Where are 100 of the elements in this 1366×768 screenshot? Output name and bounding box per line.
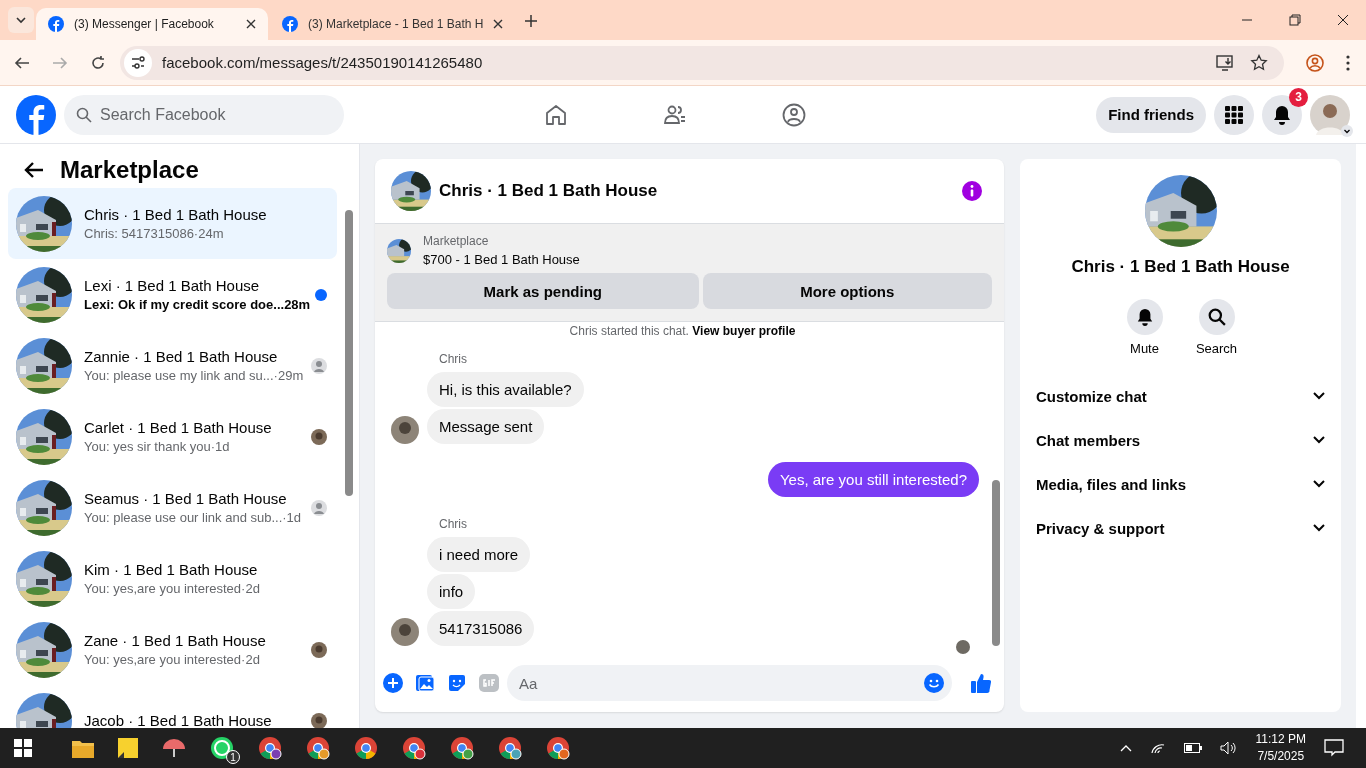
close-icon[interactable] bbox=[1337, 14, 1349, 26]
sender-avatar bbox=[391, 416, 419, 444]
listing-label: Marketplace bbox=[423, 234, 490, 248]
notifications-icon[interactable] bbox=[1324, 739, 1344, 757]
install-icon[interactable] bbox=[1216, 53, 1234, 72]
whatsapp-icon[interactable] bbox=[210, 736, 234, 760]
clock-time[interactable]: 11:12 PM bbox=[1255, 731, 1306, 748]
message-time: ·24m bbox=[193, 226, 224, 241]
emoji-icon[interactable] bbox=[924, 673, 944, 693]
listing-action-button[interactable]: More options bbox=[702, 273, 992, 309]
message-preview: Chris: 5417315086 bbox=[84, 226, 194, 241]
bookmark-star-icon[interactable] bbox=[1250, 53, 1268, 72]
profile-avatar[interactable] bbox=[1310, 94, 1350, 135]
start-icon[interactable] bbox=[14, 739, 32, 757]
section-row[interactable]: Chat members bbox=[1036, 418, 1325, 462]
message-time: ·2d bbox=[241, 581, 260, 596]
facebook-logo-icon[interactable] bbox=[16, 94, 56, 135]
chrome-icon[interactable] bbox=[402, 736, 426, 760]
section-row[interactable]: Customize chat bbox=[1036, 374, 1325, 418]
section-row[interactable]: Media, files and links bbox=[1036, 462, 1325, 506]
message-preview: You: please use our link and sub... bbox=[84, 510, 283, 525]
view-profile-link[interactable]: View buyer profile bbox=[692, 324, 796, 338]
conversation-item[interactable]: Zannie · 1 Bed 1 Bath House You: please use my link and su...·29m bbox=[8, 330, 337, 401]
clock-date[interactable]: 7/5/2025 bbox=[1257, 748, 1305, 765]
browser-tab[interactable]: (3) Messenger | Facebook bbox=[36, 8, 268, 40]
search-button[interactable] bbox=[1198, 299, 1235, 335]
conversation-name: Zane · 1 Bed 1 Bath House bbox=[84, 632, 267, 649]
message-bubble: Message sent bbox=[427, 409, 545, 444]
conversation-name: Seamus · 1 Bed 1 Bath House bbox=[84, 490, 288, 507]
conversation-item[interactable]: Carlet · 1 Bed 1 Bath House You: yes sir thank you·1d bbox=[8, 401, 337, 472]
message-time: ·2d bbox=[241, 652, 260, 667]
message-preview: You: yes,are you interested bbox=[84, 581, 242, 596]
battery-icon[interactable] bbox=[1183, 743, 1202, 753]
conversation-item[interactable]: Zane · 1 Bed 1 Bath House You: yes,are you interested·2d bbox=[8, 614, 337, 685]
new-tab-icon[interactable] bbox=[525, 15, 538, 27]
read-receipt-avatar bbox=[956, 640, 970, 654]
section-row[interactable]: Privacy & support bbox=[1036, 506, 1325, 550]
chrome-icon[interactable] bbox=[546, 736, 570, 760]
notification-badge: 3 bbox=[1289, 87, 1308, 107]
browser-tab[interactable]: (3) Marketplace - 1 Bed 1 Bath H bbox=[270, 8, 516, 40]
scrollbar-thumb[interactable] bbox=[992, 480, 1000, 646]
close-tab-icon[interactable] bbox=[246, 19, 256, 29]
notifications-button[interactable] bbox=[1262, 94, 1302, 135]
back-arrow-icon[interactable] bbox=[24, 161, 44, 179]
chrome-icon[interactable] bbox=[258, 736, 282, 760]
back-icon[interactable] bbox=[14, 54, 30, 71]
mute-button[interactable] bbox=[1126, 299, 1163, 335]
profile-icon[interactable] bbox=[1306, 53, 1324, 72]
chrome-icon[interactable] bbox=[306, 736, 330, 760]
sticky-notes-icon[interactable] bbox=[118, 738, 138, 758]
message-preview: You: yes sir thank you bbox=[84, 439, 211, 454]
sender-name: Chris bbox=[439, 352, 467, 366]
seen-avatar-icon bbox=[311, 357, 327, 374]
message-input[interactable]: Aa bbox=[507, 665, 952, 701]
sticker-icon[interactable] bbox=[447, 673, 467, 693]
menu-button[interactable] bbox=[1214, 94, 1254, 135]
message-preview: You: yes,are you interested bbox=[84, 652, 242, 667]
chrome-icon[interactable] bbox=[450, 736, 474, 760]
like-icon[interactable] bbox=[970, 672, 992, 694]
restore-icon[interactable] bbox=[1289, 14, 1301, 26]
message-bubble: i need more bbox=[427, 537, 531, 572]
find-friends-button[interactable]: Find friends bbox=[1096, 96, 1206, 133]
chrome-icon[interactable] bbox=[354, 736, 378, 760]
listing-action-button[interactable]: Mark as pending bbox=[387, 273, 699, 309]
chrome-icon[interactable] bbox=[498, 736, 522, 760]
volume-icon[interactable] bbox=[1219, 741, 1238, 755]
conversation-item[interactable]: Seamus · 1 Bed 1 Bath House You: please use our link and sub...·1d bbox=[8, 472, 337, 543]
listing-title: $700 - 1 Bed 1 Bath House bbox=[423, 252, 580, 267]
photo-icon[interactable] bbox=[415, 673, 435, 693]
menu-icon[interactable] bbox=[1346, 54, 1350, 71]
search-field[interactable]: Search Facebook bbox=[64, 94, 344, 135]
wifi-icon[interactable] bbox=[1149, 741, 1166, 755]
seen-avatar bbox=[311, 712, 327, 728]
scrollbar-thumb[interactable] bbox=[345, 210, 353, 496]
message-bubble: Hi, is this available? bbox=[427, 372, 584, 407]
tab-list-button[interactable] bbox=[8, 7, 34, 33]
message-time: ·1d bbox=[210, 439, 230, 454]
message-preview: You: please use my link and su... bbox=[84, 368, 274, 383]
info-icon[interactable] bbox=[962, 181, 982, 201]
home-icon[interactable] bbox=[544, 102, 568, 127]
site-settings-icon[interactable] bbox=[124, 48, 152, 77]
groups-icon[interactable] bbox=[782, 102, 806, 127]
caret-icon[interactable] bbox=[1119, 744, 1132, 752]
bell-icon bbox=[1272, 104, 1292, 125]
conversation-item[interactable]: Lexi · 1 Bed 1 Bath House Lexi: Ok if my credit score doe...28m bbox=[8, 259, 337, 330]
add-icon[interactable] bbox=[383, 673, 403, 693]
search-icon bbox=[76, 106, 92, 123]
conversation-item[interactable]: Kim · 1 Bed 1 Bath House You: yes,are you interested·2d bbox=[8, 543, 337, 614]
umbrella-icon[interactable] bbox=[162, 737, 186, 759]
conversation-item[interactable]: Chris · 1 Bed 1 Bath House Chris: 5417315086·24m bbox=[8, 188, 337, 259]
conversation-name: Jacob · 1 Bed 1 Bath House bbox=[84, 712, 273, 728]
caret-icon[interactable] bbox=[1341, 124, 1353, 137]
chat-title: Chris · 1 Bed 1 Bath House bbox=[439, 181, 659, 201]
folder-icon[interactable] bbox=[72, 738, 94, 758]
reload-icon[interactable] bbox=[90, 54, 106, 71]
action-label: Search bbox=[1195, 341, 1238, 356]
address-bar[interactable]: facebook.com/messages/t/24350190141265480 bbox=[120, 45, 1284, 80]
close-tab-icon[interactable] bbox=[493, 19, 504, 29]
message-time: 28m bbox=[284, 297, 311, 312]
seen-avatar-icon bbox=[311, 499, 327, 516]
